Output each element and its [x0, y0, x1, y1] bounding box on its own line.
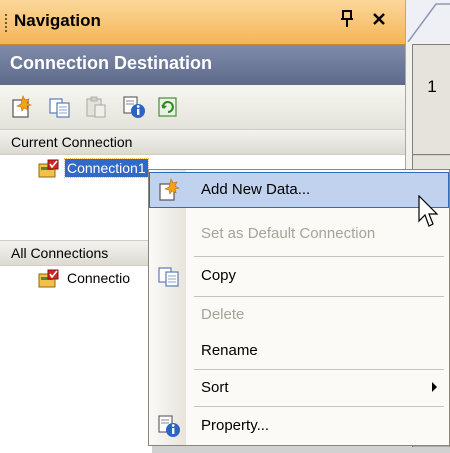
connection-destination-label: Connection Destination — [10, 53, 212, 73]
copy-icon[interactable] — [48, 95, 72, 119]
panel-title: Navigation — [14, 11, 101, 30]
mouse-cursor-icon — [418, 194, 440, 229]
menu-item-label: Sort — [201, 379, 229, 396]
submenu-arrow-icon — [432, 382, 437, 392]
menu-item-label: Delete — [201, 306, 245, 323]
navigation-toolbar — [0, 85, 405, 130]
menu-item-sort[interactable]: Sort — [149, 370, 449, 406]
menu-item-set-default-connection[interactable]: Set as Default Connection — [149, 216, 449, 252]
connection-icon — [38, 269, 60, 289]
current-connection-label: Current Connection — [11, 134, 133, 150]
context-menu: Add New Data... Set as Default Connectio… — [148, 169, 450, 446]
menu-separator — [194, 256, 444, 257]
tree-item-connection[interactable]: Connectio — [38, 268, 148, 290]
connection-icon — [38, 159, 60, 179]
connection-destination-header: Connection Destination — [0, 45, 405, 85]
menu-item-label: Copy — [201, 267, 237, 284]
pin-icon[interactable] — [340, 10, 354, 33]
paste-icon — [84, 95, 108, 119]
refresh-icon[interactable] — [156, 95, 180, 119]
menu-item-label: Property... — [201, 417, 270, 434]
new-connection-icon[interactable] — [10, 95, 34, 119]
all-connections-label: All Connections — [11, 245, 109, 261]
navigation-title-bar[interactable]: Navigation — [0, 0, 405, 45]
tree-item-label: Connection1 — [64, 158, 149, 178]
menu-item-rename[interactable]: Rename — [149, 333, 449, 369]
document-tab-icon[interactable] — [406, 0, 450, 43]
property-icon[interactable] — [122, 95, 146, 119]
tree-item-label: Connectio — [67, 270, 131, 286]
add-new-data-icon — [157, 178, 181, 202]
menu-item-copy[interactable]: Copy — [149, 258, 449, 294]
menu-separator — [194, 406, 444, 407]
copy-icon — [157, 264, 181, 288]
menu-item-property[interactable]: Property... — [149, 408, 449, 444]
menu-item-label: Rename — [201, 342, 258, 359]
drag-grip-icon[interactable] — [5, 14, 7, 32]
document-tab-strip — [406, 0, 450, 43]
menu-item-label: Set as Default Connection — [201, 225, 376, 242]
close-icon[interactable] — [372, 8, 386, 36]
property-icon — [157, 414, 181, 438]
current-connection-section-header: Current Connection — [0, 129, 405, 155]
menu-item-delete[interactable]: Delete — [149, 297, 449, 333]
row-number-cell[interactable]: 1 — [413, 45, 450, 155]
menu-item-label: Add New Data... — [201, 181, 311, 198]
menu-item-add-new-data[interactable]: Add New Data... — [149, 172, 449, 208]
